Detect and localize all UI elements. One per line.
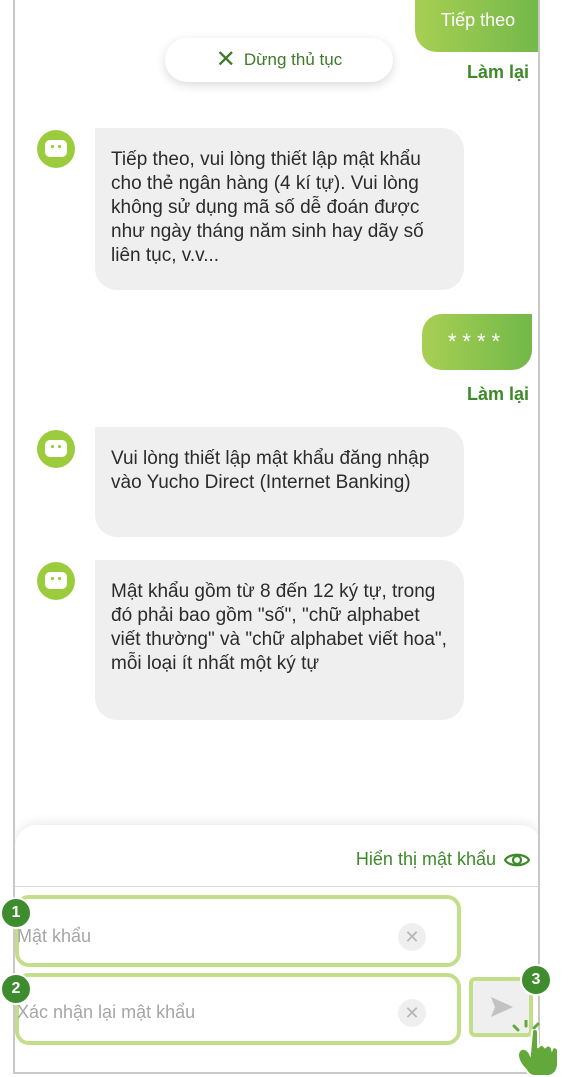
bot-avatar-icon (37, 130, 75, 168)
bot-message-3: Mật khẩu gồm từ 8 đến 12 ký tự, trong đó… (95, 560, 464, 720)
user-bubble-top-text: Tiếp theo (440, 10, 516, 30)
redo-link-1[interactable]: Làm lại (467, 62, 529, 83)
bot-message-1: Tiếp theo, vui lòng thiết lập mật khẩu c… (95, 128, 464, 290)
confirm-password-placeholder: Xác nhận lại mật khẩu (17, 1001, 196, 1022)
show-password-toggle[interactable]: Hiển thị mật khẩu (356, 849, 530, 870)
user-bubble-top: Tiếp theo (415, 0, 538, 52)
close-icon: ✕ (215, 46, 236, 73)
step-badge-1: 1 (0, 897, 32, 929)
clear-icon[interactable]: ✕ (398, 999, 426, 1027)
confirm-password-input[interactable]: Xác nhận lại mật khẩu ✕ (15, 987, 440, 1037)
send-icon (491, 997, 513, 1017)
stop-procedure-label: Dừng thủ tục (243, 50, 343, 69)
chat-screen: Tiếp theo ✕ Dừng thủ tục Làm lại Tiếp th… (13, 0, 540, 1074)
stop-procedure-button[interactable]: ✕ Dừng thủ tục (165, 38, 393, 82)
bot-message-2: Vui lòng thiết lập mật khẩu đăng nhập và… (95, 427, 464, 537)
bot-avatar-icon (37, 430, 75, 468)
eye-icon (504, 853, 530, 866)
step-badge-2: 2 (0, 973, 32, 1005)
user-reply-bubble: **** (422, 314, 532, 370)
step-badge-3: 3 (520, 964, 552, 996)
password-input-panel: Hiển thị mật khẩu Mật khẩu ✕ Xác nhận lạ… (15, 825, 538, 1072)
password-placeholder: Mật khẩu (17, 925, 92, 946)
pointing-hand-icon (512, 1020, 559, 1077)
divider (15, 886, 538, 887)
clear-icon[interactable]: ✕ (398, 923, 426, 951)
show-password-label: Hiển thị mật khẩu (355, 849, 496, 869)
redo-link-2[interactable]: Làm lại (467, 384, 529, 405)
bot-avatar-icon (37, 562, 75, 600)
password-input[interactable]: Mật khẩu ✕ (15, 911, 440, 961)
